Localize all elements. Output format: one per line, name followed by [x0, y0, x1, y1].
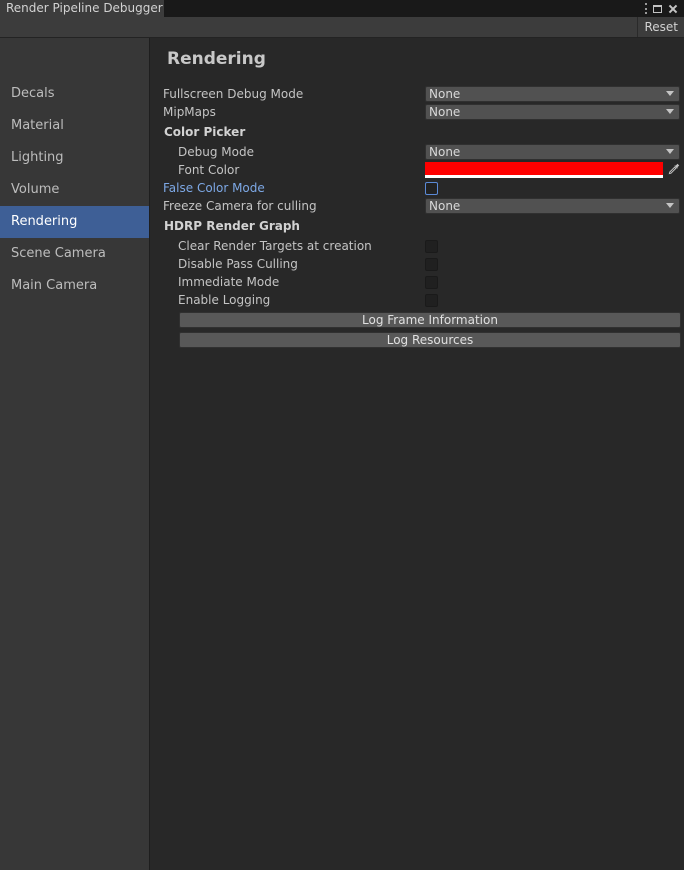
window-tab[interactable]: Render Pipeline Debugger: [0, 0, 164, 17]
freeze-camera-value: None: [429, 199, 461, 213]
false-color-mode-checkbox[interactable]: [425, 182, 438, 195]
sidebar-item-volume[interactable]: Volume: [0, 174, 149, 206]
color-picker-debug-mode-dropdown[interactable]: None: [425, 144, 680, 160]
reset-button[interactable]: Reset: [637, 17, 684, 37]
mipmaps-row: MipMaps None: [151, 103, 684, 121]
fullscreen-debug-mode-value: None: [429, 87, 461, 101]
title-bar-icons: [644, 0, 678, 17]
log-resources-button[interactable]: Log Resources: [179, 332, 681, 348]
sidebar-item-rendering[interactable]: Rendering: [0, 206, 149, 238]
sidebar: Decals Material Lighting Volume Renderin…: [0, 38, 150, 870]
chevron-down-icon: [666, 149, 674, 154]
fullscreen-debug-mode-dropdown[interactable]: None: [425, 86, 680, 102]
color-picker-header-row: Color Picker: [151, 123, 684, 141]
alpha-bar: [425, 175, 663, 178]
enable-logging-checkbox[interactable]: [425, 294, 438, 307]
sidebar-list: Decals Material Lighting Volume Renderin…: [0, 78, 149, 302]
font-color-swatch[interactable]: [425, 162, 663, 178]
immediate-mode-label: Immediate Mode: [178, 275, 280, 289]
mipmaps-label: MipMaps: [163, 105, 216, 119]
more-options-icon[interactable]: [644, 3, 647, 14]
clear-render-targets-label: Clear Render Targets at creation: [178, 239, 372, 253]
false-color-mode-label: False Color Mode: [163, 181, 265, 195]
sidebar-item-lighting[interactable]: Lighting: [0, 142, 149, 174]
color-picker-header[interactable]: Color Picker: [164, 123, 245, 141]
sidebar-item-material[interactable]: Material: [0, 110, 149, 142]
mipmaps-value: None: [429, 105, 461, 119]
color-picker-debug-mode-row: Debug Mode None: [151, 143, 684, 161]
fullscreen-debug-mode-row: Fullscreen Debug Mode None: [151, 85, 684, 103]
fullscreen-debug-mode-label: Fullscreen Debug Mode: [163, 87, 304, 101]
eyedropper-icon[interactable]: [668, 163, 680, 175]
disable-pass-culling-label: Disable Pass Culling: [178, 257, 298, 271]
sidebar-item-main-camera[interactable]: Main Camera: [0, 270, 149, 302]
color-picker-debug-mode-value: None: [429, 145, 461, 159]
clear-render-targets-row: Clear Render Targets at creation: [151, 237, 684, 255]
freeze-camera-row: Freeze Camera for culling None: [151, 197, 684, 215]
title-bar: Render Pipeline Debugger: [0, 0, 684, 17]
toolbar: Reset: [0, 17, 684, 38]
render-graph-header[interactable]: HDRP Render Graph: [164, 217, 300, 235]
disable-pass-culling-checkbox[interactable]: [425, 258, 438, 271]
immediate-mode-row: Immediate Mode: [151, 273, 684, 291]
font-color-row: Font Color: [151, 161, 684, 179]
freeze-camera-label: Freeze Camera for culling: [163, 199, 317, 213]
chevron-down-icon: [666, 109, 674, 114]
chevron-down-icon: [666, 203, 674, 208]
false-color-mode-row: False Color Mode: [151, 179, 684, 197]
render-pipeline-debugger-window: Render Pipeline Debugger Reset Decals Ma…: [0, 0, 684, 870]
close-icon[interactable]: [668, 4, 678, 14]
disable-pass-culling-row: Disable Pass Culling: [151, 255, 684, 273]
main-panel: Rendering Fullscreen Debug Mode None Mip…: [151, 38, 684, 870]
chevron-down-icon: [666, 91, 674, 96]
sidebar-item-scene-camera[interactable]: Scene Camera: [0, 238, 149, 270]
panel-title: Rendering: [167, 49, 266, 69]
font-color-label: Font Color: [178, 163, 240, 177]
enable-logging-label: Enable Logging: [178, 293, 271, 307]
maximize-icon[interactable]: [653, 4, 662, 13]
enable-logging-row: Enable Logging: [151, 291, 684, 309]
render-graph-header-row: HDRP Render Graph: [151, 217, 684, 235]
freeze-camera-dropdown[interactable]: None: [425, 198, 680, 214]
clear-render-targets-checkbox[interactable]: [425, 240, 438, 253]
color-picker-debug-mode-label: Debug Mode: [178, 145, 254, 159]
immediate-mode-checkbox[interactable]: [425, 276, 438, 289]
log-frame-information-button[interactable]: Log Frame Information: [179, 312, 681, 328]
mipmaps-dropdown[interactable]: None: [425, 104, 680, 120]
sidebar-item-decals[interactable]: Decals: [0, 78, 149, 110]
